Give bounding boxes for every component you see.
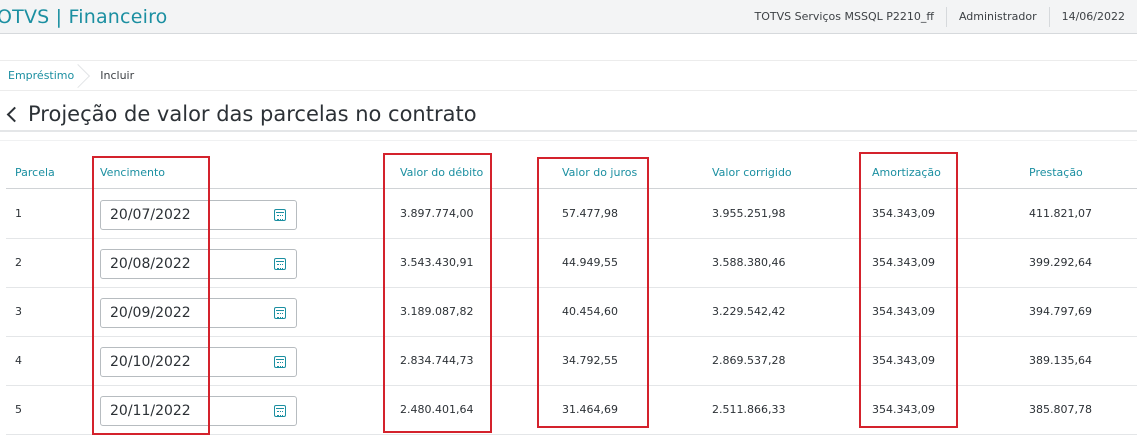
cell-amortizacao: 354.343,09: [872, 354, 935, 367]
column-header-amortizacao[interactable]: Amortização: [872, 166, 941, 179]
column-header-vencimento[interactable]: Vencimento: [100, 166, 165, 179]
cell-prestacao: 399.292,64: [1029, 256, 1092, 269]
calendar-icon[interactable]: [274, 405, 286, 417]
breadcrumb-incluir: Incluir: [100, 69, 135, 82]
cell-prestacao: 389.135,64: [1029, 354, 1092, 367]
page-title: Projeção de valor das parcelas no contra…: [28, 102, 477, 126]
date-value: 20/10/2022: [110, 354, 191, 370]
vencimento-date-input[interactable]: 20/09/2022: [100, 298, 297, 328]
cell-valor-debito: 3.543.430,91: [400, 256, 474, 269]
cell-valor-juros: 40.454,60: [562, 305, 618, 318]
cell-amortizacao: 354.343,09: [872, 207, 935, 220]
cell-valor-corrigido: 3.955.251,98: [712, 207, 786, 220]
user-label[interactable]: Administrador: [945, 7, 1049, 27]
cell-valor-corrigido: 3.229.542,42: [712, 305, 786, 318]
column-header-valor-juros[interactable]: Valor do juros: [562, 166, 637, 179]
cell-valor-juros: 34.792,55: [562, 354, 618, 367]
cell-amortizacao: 354.343,09: [872, 403, 935, 416]
table-row: 5 20/11/2022 2.480.401,64 31.464,69 2.51…: [6, 386, 1137, 435]
cell-valor-juros: 31.464,69: [562, 403, 618, 416]
cell-valor-juros: 57.477,98: [562, 207, 618, 220]
column-header-prestacao[interactable]: Prestação: [1029, 166, 1083, 179]
table-row: 1 20/07/2022 3.897.774,00 57.477,98 3.95…: [6, 190, 1137, 239]
breadcrumb-emprestimo[interactable]: Empréstimo: [0, 69, 74, 82]
table-row: 4 20/10/2022 2.834.744,73 34.792,55 2.86…: [6, 337, 1137, 386]
cell-parcela: 5: [15, 403, 22, 416]
calendar-icon[interactable]: [274, 258, 286, 270]
table-row: 3 20/09/2022 3.189.087,82 40.454,60 3.22…: [6, 288, 1137, 337]
cell-valor-corrigido: 3.588.380,46: [712, 256, 786, 269]
date-label[interactable]: 14/06/2022: [1048, 7, 1137, 27]
cell-valor-debito: 2.834.744,73: [400, 354, 474, 367]
cell-prestacao: 394.797,69: [1029, 305, 1092, 318]
page-header: Projeção de valor das parcelas no contra…: [5, 102, 477, 126]
table-header: Parcela Vencimento Valor do débito Valor…: [6, 157, 1137, 189]
date-value: 20/11/2022: [110, 403, 191, 419]
calendar-icon[interactable]: [274, 307, 286, 319]
top-bar: OTVS | Financeiro TOTVS Serviços MSSQL P…: [0, 0, 1137, 34]
vencimento-date-input[interactable]: 20/08/2022: [100, 249, 297, 279]
cell-valor-debito: 2.480.401,64: [400, 403, 474, 416]
cell-valor-debito: 3.189.087,82: [400, 305, 474, 318]
breadcrumb: Empréstimo Incluir: [0, 60, 1137, 91]
cell-prestacao: 385.807,78: [1029, 403, 1092, 416]
column-header-parcela[interactable]: Parcela: [15, 166, 55, 179]
app-title: OTVS | Financeiro: [0, 6, 168, 28]
vencimento-date-input[interactable]: 20/10/2022: [100, 347, 297, 377]
vencimento-date-input[interactable]: 20/11/2022: [100, 396, 297, 426]
title-divider: [0, 130, 1137, 132]
installments-table: Parcela Vencimento Valor do débito Valor…: [6, 157, 1137, 437]
cell-parcela: 3: [15, 305, 22, 318]
cell-valor-debito: 3.897.774,00: [400, 207, 474, 220]
cell-valor-corrigido: 2.869.537,28: [712, 354, 786, 367]
environment-label[interactable]: TOTVS Serviços MSSQL P2210_ff: [743, 7, 946, 27]
calendar-icon[interactable]: [274, 209, 286, 221]
cell-prestacao: 411.821,07: [1029, 207, 1092, 220]
column-header-valor-debito[interactable]: Valor do débito: [400, 166, 483, 179]
date-value: 20/08/2022: [110, 256, 191, 272]
calendar-icon[interactable]: [274, 356, 286, 368]
session-info: TOTVS Serviços MSSQL P2210_ff Administra…: [743, 0, 1137, 34]
cell-amortizacao: 354.343,09: [872, 256, 935, 269]
chevron-left-icon[interactable]: [6, 106, 23, 122]
table-row: 2 20/08/2022 3.543.430,91 44.949,55 3.58…: [6, 239, 1137, 288]
content-divider: [0, 140, 1137, 141]
cell-valor-corrigido: 2.511.866,33: [712, 403, 786, 416]
cell-parcela: 2: [15, 256, 22, 269]
cell-parcela: 4: [15, 354, 22, 367]
vencimento-date-input[interactable]: 20/07/2022: [100, 200, 297, 230]
cell-parcela: 1: [15, 207, 22, 220]
cell-amortizacao: 354.343,09: [872, 305, 935, 318]
column-header-valor-corrigido[interactable]: Valor corrigido: [712, 166, 792, 179]
date-value: 20/09/2022: [110, 305, 191, 321]
date-value: 20/07/2022: [110, 207, 191, 223]
cell-valor-juros: 44.949,55: [562, 256, 618, 269]
breadcrumb-separator: [84, 61, 96, 90]
